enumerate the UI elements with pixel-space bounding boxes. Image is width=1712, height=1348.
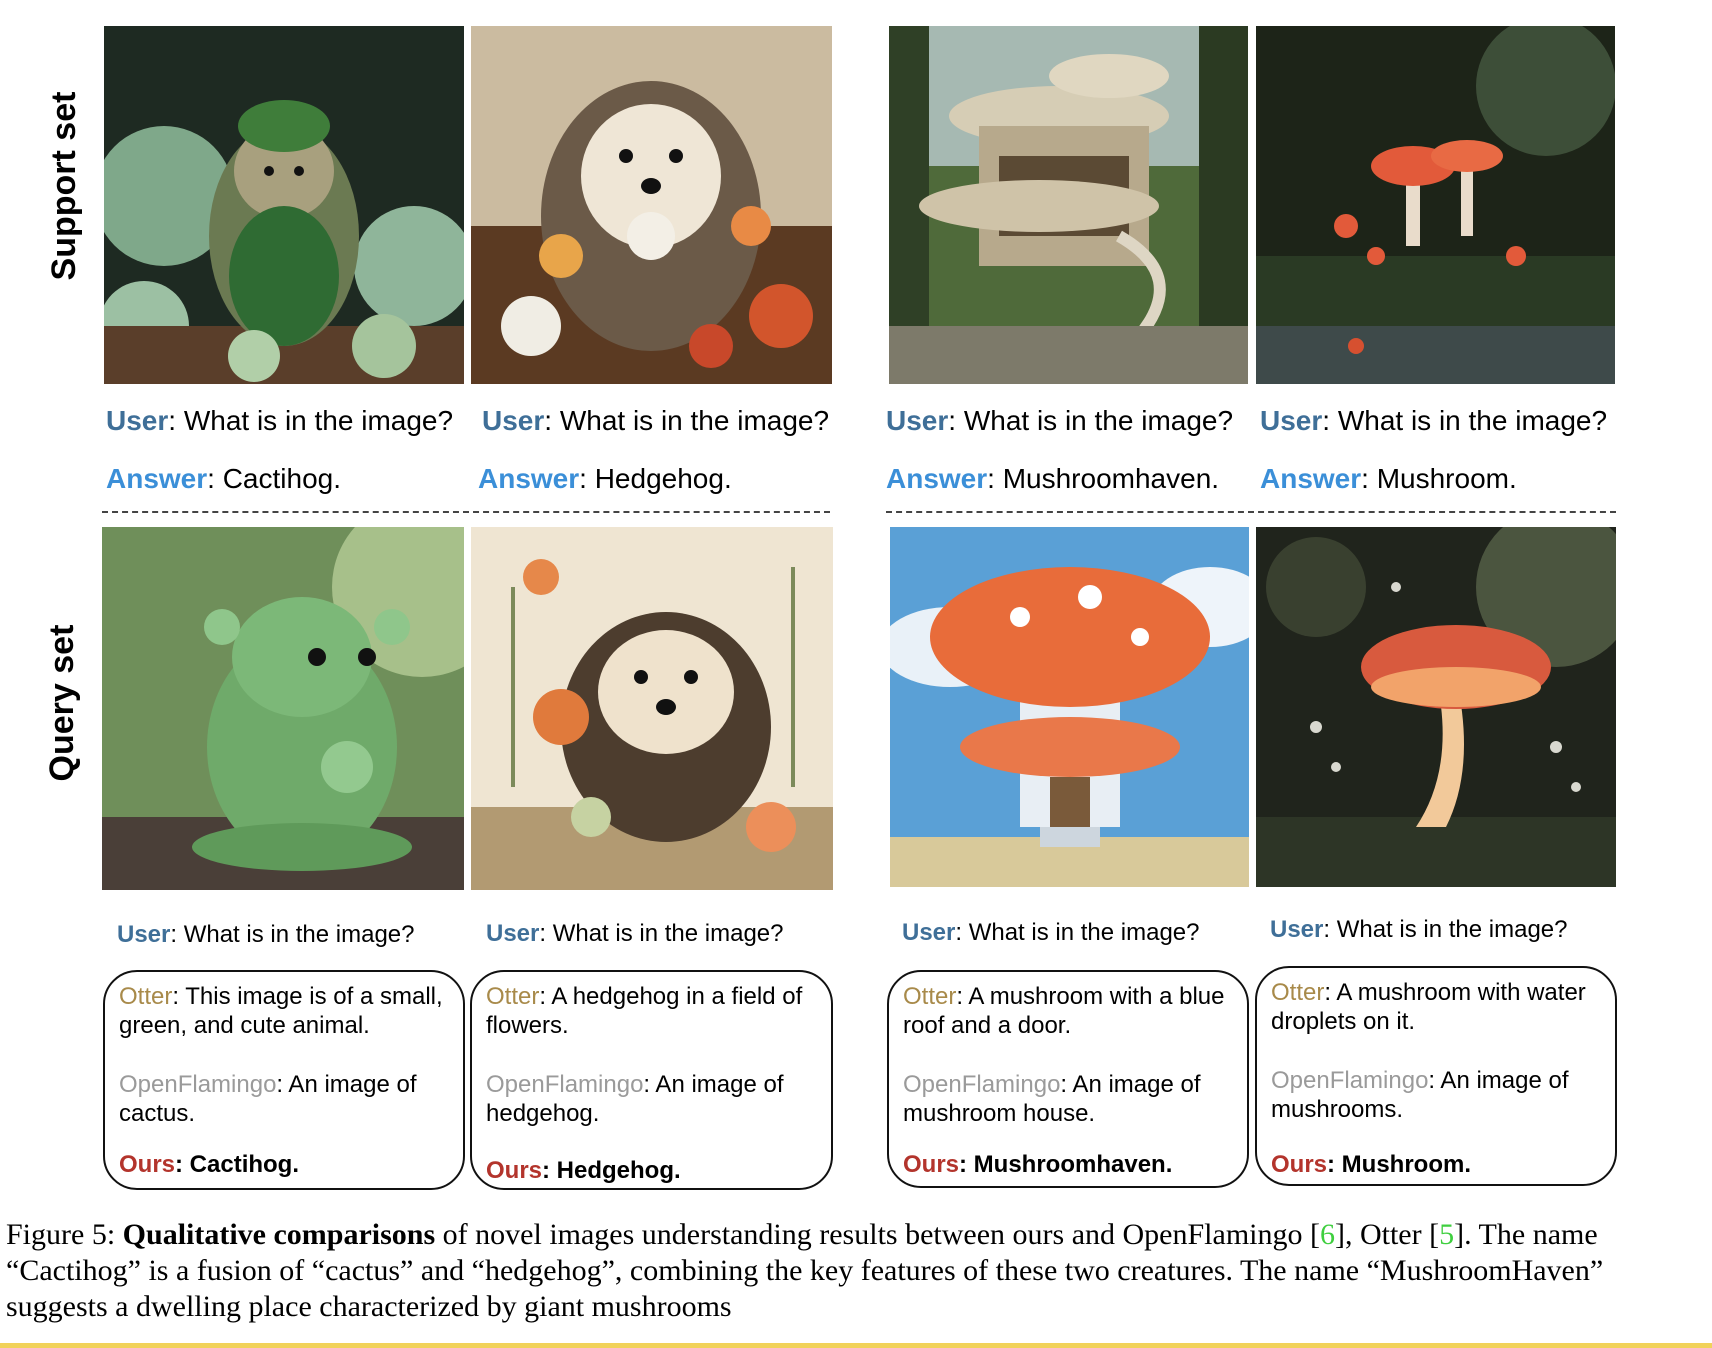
openflamingo-response: OpenFlamingo: An image of mushroom house…	[903, 1071, 1201, 1127]
ours-response: Ours: Mushroomhaven.	[903, 1151, 1173, 1178]
query-question-3: User: What is in the image?	[902, 919, 1200, 946]
otter-response: Otter: A mushroom with water droplets on…	[1271, 979, 1586, 1035]
support-question-3: User: What is in the image?	[886, 405, 1234, 436]
response-box-4: Otter: A mushroom with water droplets on…	[1255, 966, 1617, 1186]
otter-response: Otter: A mushroom with a blue roof and a…	[903, 983, 1225, 1039]
support-set-label: Support set	[45, 91, 83, 281]
openflamingo-response: OpenFlamingo: An image of hedgehog.	[486, 1071, 784, 1127]
support-image-cactihog	[104, 26, 464, 384]
support-image-mushrooms	[1256, 26, 1615, 384]
support-question-1: User: What is in the image?	[106, 405, 454, 436]
support-answer-2: Answer: Hedgehog.	[478, 463, 732, 494]
support-image-mushroom-house	[889, 26, 1248, 384]
query-question-4: User: What is in the image?	[1270, 916, 1568, 943]
query-question-2: User: What is in the image?	[486, 920, 784, 947]
support-answer-4: Answer: Mushroom.	[1260, 463, 1517, 494]
otter-response: Otter: A hedgehog in a field of flowers.	[486, 983, 803, 1039]
ours-response: Ours: Hedgehog.	[486, 1157, 681, 1184]
figure-caption: Figure 5: Qualitative comparisons of nov…	[6, 1218, 1604, 1323]
openflamingo-response: OpenFlamingo: An image of cactus.	[119, 1071, 417, 1127]
support-question-2: User: What is in the image?	[482, 405, 830, 436]
query-question-1: User: What is in the image?	[117, 921, 415, 948]
support-answer-3: Answer: Mushroomhaven.	[886, 463, 1220, 494]
query-image-mushroom-house	[890, 527, 1249, 887]
response-box-1: Otter: This image is of a small, green, …	[103, 970, 465, 1190]
query-image-cactihog	[102, 527, 464, 890]
openflamingo-response: OpenFlamingo: An image of mushrooms.	[1271, 1067, 1569, 1123]
separator-left	[102, 511, 830, 513]
response-box-3: Otter: A mushroom with a blue roof and a…	[887, 970, 1249, 1188]
ours-response: Ours: Cactihog.	[119, 1151, 300, 1178]
query-set-label: Query set	[43, 624, 81, 782]
support-question-4: User: What is in the image?	[1260, 405, 1608, 436]
response-box-2: Otter: A hedgehog in a field of flowers.…	[470, 970, 833, 1190]
support-answer-1: Answer: Cactihog.	[106, 463, 342, 494]
query-image-hedgehog	[471, 527, 833, 890]
query-image-mushroom	[1256, 527, 1616, 887]
separator-right	[886, 511, 1616, 513]
ours-response: Ours: Mushroom.	[1271, 1151, 1472, 1178]
otter-response: Otter: This image is of a small, green, …	[119, 983, 443, 1039]
support-image-hedgehog	[471, 26, 832, 384]
bottom-rule	[0, 1343, 1712, 1348]
